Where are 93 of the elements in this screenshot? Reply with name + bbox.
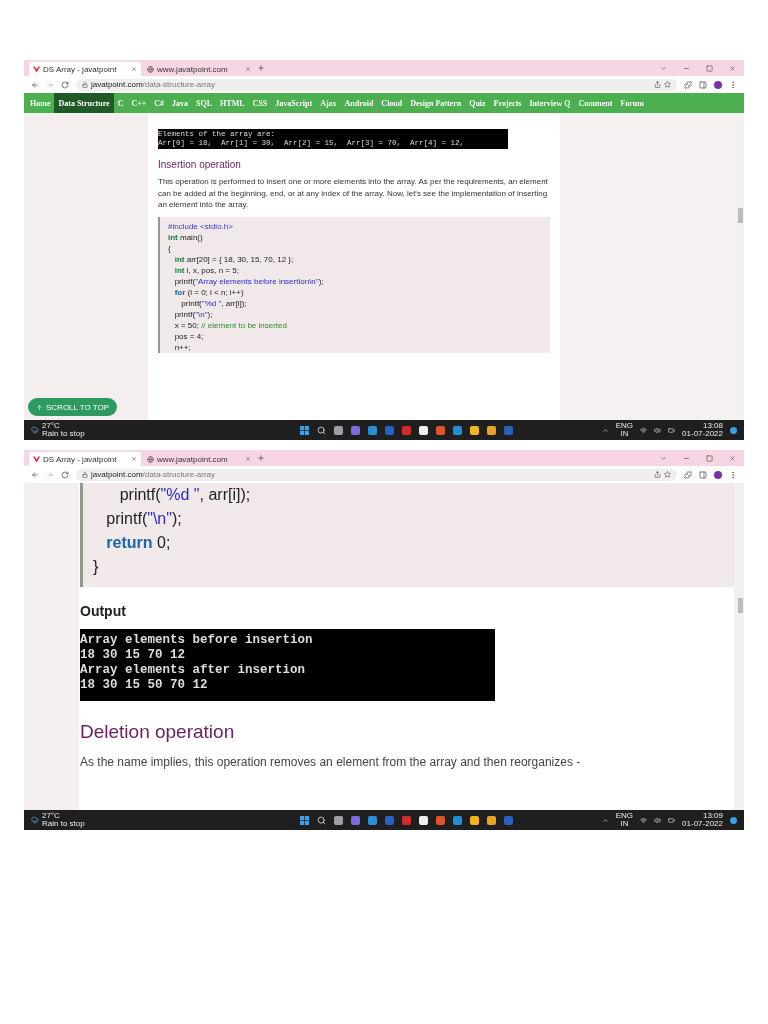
battery-icon[interactable] [668, 816, 676, 824]
code-block: printf("%d ", arr[i]); printf("\n"); return 0; } [80, 483, 734, 587]
notification-icon[interactable] [730, 816, 737, 824]
url-text: javatpoint.com/data-structure-array [91, 80, 216, 89]
language-indicator[interactable]: ENG IN [615, 811, 634, 829]
nav-link[interactable]: HTML [216, 93, 249, 113]
avatar-icon[interactable] [714, 470, 722, 479]
chevron-down-icon[interactable] [660, 454, 667, 462]
reload-icon[interactable] [61, 470, 69, 479]
close-icon[interactable] [245, 456, 251, 462]
more-icon[interactable] [729, 470, 737, 479]
nav-link[interactable]: Projects [489, 93, 526, 113]
section-heading: Deletion operation [80, 721, 236, 743]
reload-icon[interactable] [61, 80, 69, 89]
globe-icon [147, 65, 154, 73]
clock[interactable]: 13:08 01-07-2022 [682, 421, 723, 439]
nav-link[interactable]: Android [340, 93, 378, 113]
arrow-up-icon [36, 403, 43, 411]
address-field[interactable]: javatpoint.com/data-structure-array [76, 78, 677, 91]
close-icon[interactable] [729, 64, 736, 72]
maximize-icon[interactable] [706, 454, 713, 462]
code-block: #include <stdio.h> int main() { int arr[20] = { 18, 30, 15, 70, 12 }; int i, x, pos, n = 5; printf("Array elements before insertion\n"); for (i = 0; i < n; i++) printf("%d ", arr[i]); printf("\n"); x = 50; // element to be inserted pos = 4; n++; [158, 216, 550, 353]
nav-link[interactable]: Design Pattern [406, 93, 466, 113]
more-icon[interactable] [729, 80, 737, 89]
chevron-up-icon[interactable] [601, 426, 609, 434]
close-icon[interactable] [729, 454, 736, 462]
nav-link[interactable]: Data Structure [54, 93, 114, 113]
windows-logo-icon[interactable] [299, 815, 309, 825]
puzzle-icon[interactable] [684, 80, 692, 89]
close-icon[interactable] [131, 66, 137, 72]
back-arrow-icon[interactable] [31, 80, 39, 89]
nav-link[interactable]: Home [26, 93, 55, 113]
output-heading: Output [80, 603, 127, 619]
nav-link[interactable]: Quiz [465, 93, 490, 113]
v-logo-icon [33, 455, 40, 463]
console-output: Array elements before insertion 18 30 15 70 12 Array elements after insertion 18 30 15 50 70 12 [80, 629, 495, 701]
nav-link[interactable]: Java [168, 93, 193, 113]
plus-icon[interactable] [257, 454, 265, 462]
nav-link[interactable]: CSS [248, 93, 272, 113]
clock[interactable]: 13:09 01-07-2022 [682, 811, 723, 829]
avatar-icon[interactable] [714, 80, 722, 89]
lock-icon [82, 471, 88, 478]
rain-cloud-icon [31, 816, 39, 824]
star-icon[interactable] [664, 471, 671, 478]
search-icon[interactable] [316, 425, 326, 435]
windows-logo-icon[interactable] [299, 425, 309, 435]
nav-link[interactable]: JavaScript [271, 93, 317, 113]
browser-tab[interactable]: DS Array - javatpoint [29, 452, 141, 466]
scrollbar[interactable] [736, 113, 744, 420]
star-icon[interactable] [664, 81, 671, 88]
paragraph: This operation is performed to insert one or more elements into the array. As per the requirements, an element can be added at the beginning, end, or at any index of the array. Now, let's see the implementation of inserting an element into the array. [158, 176, 549, 211]
share-icon[interactable] [654, 81, 661, 88]
search-icon[interactable] [316, 815, 326, 825]
wifi-icon[interactable] [640, 816, 648, 824]
nav-link[interactable]: C# [150, 93, 169, 113]
puzzle-icon[interactable] [684, 470, 692, 479]
close-icon[interactable] [245, 66, 251, 72]
notification-icon[interactable] [730, 426, 737, 434]
nav-link[interactable]: C++ [127, 93, 151, 113]
scroll-to-top-button[interactable]: SCROLL TO TOP [28, 398, 118, 416]
browser-tab[interactable]: DS Array - javatpoint [29, 62, 141, 76]
chevron-down-icon[interactable] [660, 64, 667, 72]
scrollbar[interactable] [736, 483, 744, 810]
close-icon[interactable] [131, 456, 137, 462]
v-logo-icon [33, 65, 40, 73]
nav-link[interactable]: Interview Q [525, 93, 575, 113]
lock-icon [82, 81, 88, 88]
battery-icon[interactable] [668, 426, 676, 434]
rain-cloud-icon [31, 426, 39, 434]
url-text: javatpoint.com/data-structure-array [91, 470, 216, 479]
plus-icon[interactable] [257, 64, 265, 72]
paragraph: As the name implies, this operation removes an element from the array and then reorganizes - [80, 755, 582, 769]
chevron-up-icon[interactable] [601, 816, 609, 824]
address-field[interactable]: javatpoint.com/data-structure-array [76, 468, 677, 481]
wifi-icon[interactable] [640, 426, 648, 434]
nav-link[interactable]: Forum [616, 93, 648, 113]
nav-link[interactable]: Comment [574, 93, 617, 113]
section-heading: Insertion operation [158, 159, 242, 170]
language-indicator[interactable]: ENG IN [615, 421, 634, 439]
weather-text: 27°C Rain to stop [42, 811, 85, 829]
globe-icon [147, 455, 154, 463]
nav-link[interactable]: Ajax [316, 93, 341, 113]
back-arrow-icon[interactable] [31, 470, 39, 479]
weather-text: 27°C Rain to stop [42, 421, 85, 439]
nav-link[interactable]: SQL [192, 93, 217, 113]
share-icon[interactable] [654, 471, 661, 478]
nav-link[interactable]: Cloud [377, 93, 407, 113]
maximize-icon[interactable] [706, 64, 713, 72]
side-panel-icon[interactable] [699, 80, 707, 89]
speaker-icon[interactable] [654, 426, 662, 434]
nav-link[interactable]: C [113, 93, 128, 113]
side-panel-icon[interactable] [699, 470, 707, 479]
speaker-icon[interactable] [654, 816, 662, 824]
